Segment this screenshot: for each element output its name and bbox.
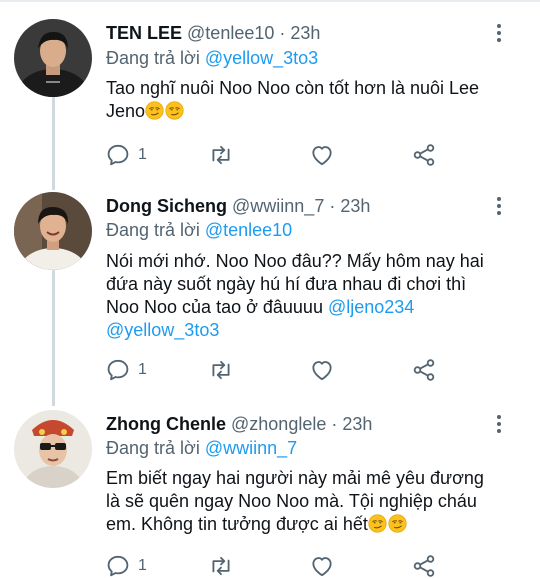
- reply-count: 1: [138, 146, 147, 163]
- heart-icon: [309, 142, 335, 168]
- reply-icon: [105, 553, 131, 579]
- replying-to: Đang trả lời @yellow_3to3: [106, 46, 318, 70]
- reply-button[interactable]: 1: [105, 552, 147, 579]
- reply-mention[interactable]: @tenlee10: [205, 220, 292, 240]
- separator: ·: [279, 23, 286, 43]
- like-button[interactable]: [309, 356, 335, 384]
- mention-link[interactable]: @ljeno234: [328, 297, 414, 317]
- separator: ·: [331, 414, 338, 434]
- retweet-button[interactable]: [208, 141, 234, 169]
- tweet-text-segment: Nói mới nhớ. Noo Noo đâu?? Mấy hôm nay h…: [106, 251, 484, 271]
- action-bar: 1: [0, 552, 540, 579]
- tweet-text-line: là sẽ quên ngay Noo Noo mà. Tội nghiệp c…: [106, 490, 526, 513]
- action-bar: 1: [0, 141, 540, 169]
- reply-mention[interactable]: @yellow_3to3: [205, 48, 318, 68]
- share-icon: [411, 142, 437, 168]
- tweet[interactable]: Dong Sicheng @wwiinn_7 · 23h Đang trả lờ…: [0, 192, 540, 392]
- reply-icon: [105, 357, 131, 383]
- handle[interactable]: @zhonglele: [231, 414, 326, 434]
- avatar[interactable]: [14, 19, 92, 97]
- tweet-text-line: Nói mới nhớ. Noo Noo đâu?? Mấy hôm nay h…: [106, 250, 526, 273]
- replying-to-label: Đang trả lời: [106, 48, 200, 68]
- tweet-text-line: em. Không tin tưởng được ai hết: [106, 513, 526, 536]
- tweet-header: Dong Sicheng @wwiinn_7 · 23h: [106, 193, 370, 219]
- tweet-text-segment: Em biết ngay hai người này mải mê yêu đư…: [106, 468, 484, 488]
- display-name[interactable]: Dong Sicheng: [106, 196, 227, 216]
- share-button[interactable]: [411, 552, 437, 579]
- tweet-text-segment: là sẽ quên ngay Noo Noo mà. Tội nghiệp c…: [106, 491, 477, 511]
- tweet-text-line: đứa này suốt ngày hú hí đưa nhau đi chơi…: [106, 273, 526, 296]
- retweet-button[interactable]: [208, 356, 234, 384]
- more-vertical-icon[interactable]: [488, 20, 510, 46]
- tweet[interactable]: TEN LEE @tenlee10 · 23h Đang trả lời @ye…: [0, 19, 540, 179]
- tweet[interactable]: Zhong Chenle @zhonglele · 23h Đang trả l…: [0, 410, 540, 579]
- smirk-emoji: [165, 101, 184, 120]
- tweet-text-line: Tao nghĩ nuôi Noo Noo còn tốt hơn là nuô…: [106, 77, 526, 100]
- tweet-text: Tao nghĩ nuôi Noo Noo còn tốt hơn là nuô…: [106, 77, 526, 123]
- tweet-text-segment: Jeno: [106, 101, 146, 121]
- tweet-header: TEN LEE @tenlee10 · 23h: [106, 20, 320, 46]
- avatar[interactable]: [14, 192, 92, 270]
- replying-to: Đang trả lời @tenlee10: [106, 218, 292, 242]
- retweet-button[interactable]: [208, 552, 234, 579]
- tweet-header: Zhong Chenle @zhonglele · 23h: [106, 411, 372, 437]
- more-vertical-icon[interactable]: [488, 411, 510, 437]
- tweet-text-segment: đứa này suốt ngày hú hí đưa nhau đi chơi…: [106, 274, 467, 294]
- smirk-emoji: [145, 101, 164, 120]
- timestamp[interactable]: 23h: [290, 23, 320, 43]
- like-button[interactable]: [309, 141, 335, 169]
- share-icon: [411, 357, 437, 383]
- handle[interactable]: @wwiinn_7: [232, 196, 324, 216]
- share-icon: [411, 553, 437, 579]
- timestamp[interactable]: 23h: [340, 196, 370, 216]
- tweet-text: Nói mới nhớ. Noo Noo đâu?? Mấy hôm nay h…: [106, 250, 526, 342]
- retweet-icon: [208, 142, 234, 168]
- like-button[interactable]: [309, 552, 335, 579]
- tweet-text: Em biết ngay hai người này mải mê yêu đư…: [106, 467, 526, 536]
- tweet-text-segment: Noo Noo của tao ở đâuuuu: [106, 297, 328, 317]
- display-name[interactable]: TEN LEE: [106, 23, 182, 43]
- tweet-text-line: @yellow_3to3: [106, 319, 526, 342]
- reply-button[interactable]: 1: [105, 356, 147, 384]
- tweet-text-segment: Tao nghĩ nuôi Noo Noo còn tốt hơn là nuô…: [106, 78, 480, 98]
- retweet-icon: [208, 553, 234, 579]
- smirk-emoji: [368, 514, 387, 533]
- share-button[interactable]: [411, 141, 437, 169]
- reply-button[interactable]: 1: [105, 141, 147, 169]
- heart-icon: [309, 357, 335, 383]
- top-divider: [0, 0, 540, 2]
- reply-mention[interactable]: @wwiinn_7: [205, 438, 297, 458]
- action-bar: 1: [0, 356, 540, 384]
- tweet-text-line: Jeno: [106, 100, 526, 123]
- reply-count: 1: [138, 361, 147, 378]
- replying-to: Đang trả lời @wwiinn_7: [106, 436, 297, 460]
- heart-icon: [309, 553, 335, 579]
- tweet-text-line: Noo Noo của tao ở đâuuuu @ljeno234: [106, 296, 526, 319]
- tweet-text-line: Em biết ngay hai người này mải mê yêu đư…: [106, 467, 526, 490]
- display-name[interactable]: Zhong Chenle: [106, 414, 226, 434]
- more-vertical-icon[interactable]: [488, 193, 510, 219]
- replying-to-label: Đang trả lời: [106, 220, 200, 240]
- timestamp[interactable]: 23h: [342, 414, 372, 434]
- mention-link[interactable]: @yellow_3to3: [106, 320, 219, 340]
- share-button[interactable]: [411, 356, 437, 384]
- avatar[interactable]: [14, 410, 92, 488]
- separator: ·: [329, 196, 336, 216]
- replying-to-label: Đang trả lời: [106, 438, 200, 458]
- retweet-icon: [208, 357, 234, 383]
- handle[interactable]: @tenlee10: [187, 23, 274, 43]
- tweet-text-segment: em. Không tin tưởng được ai hết: [106, 514, 368, 534]
- reply-count: 1: [138, 557, 147, 574]
- smirk-emoji: [388, 514, 407, 533]
- reply-icon: [105, 142, 131, 168]
